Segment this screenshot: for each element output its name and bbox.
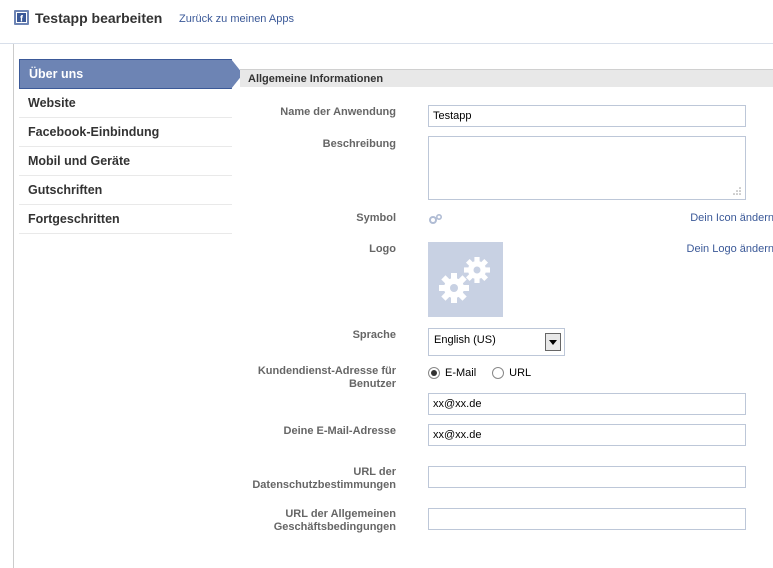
content-area: Über uns Website Facebook-Einbindung Mob… xyxy=(13,44,773,568)
terms-url-label: URL der Allgemeinen Geschäftsbedingungen xyxy=(273,508,396,533)
page-header: f Testapp bearbeiten Zurück zu meinen Ap… xyxy=(0,0,773,44)
app-name-label: Name der Anwendung xyxy=(280,106,396,118)
email-radio[interactable] xyxy=(428,367,440,379)
sidebar-item-mobile[interactable]: Mobil und Geräte xyxy=(19,147,232,176)
app-name-input[interactable] xyxy=(428,105,746,127)
url-radio-label: URL xyxy=(509,367,532,379)
change-icon-link[interactable]: Dein Icon ändern xyxy=(690,212,773,224)
support-address-input[interactable] xyxy=(428,393,746,415)
settings-form: Allgemeine Informationen Name der Anwend… xyxy=(240,69,773,533)
sidebar-item-advanced[interactable]: Fortgeschritten xyxy=(19,205,232,234)
description-textarea[interactable] xyxy=(428,136,746,200)
logo-placeholder xyxy=(428,242,503,317)
description-label: Beschreibung xyxy=(322,138,396,150)
sidebar-nav: Über uns Website Facebook-Einbindung Mob… xyxy=(19,59,243,234)
your-email-label: Deine E-Mail-Adresse xyxy=(283,425,396,437)
url-radio[interactable] xyxy=(492,367,505,379)
change-logo-link[interactable]: Dein Logo ändern xyxy=(687,243,773,255)
gears-icon xyxy=(429,213,443,224)
sidebar-item-facebook-integration[interactable]: Facebook-Einbindung xyxy=(19,118,232,147)
page-title: Testapp bearbeiten xyxy=(35,10,163,26)
language-label: Sprache xyxy=(352,329,396,341)
sidebar-item-website[interactable]: Website xyxy=(19,89,232,118)
sidebar-item-credits[interactable]: Gutschriften xyxy=(19,176,232,205)
back-to-apps-link[interactable]: Zurück zu meinen Apps xyxy=(179,13,294,25)
terms-url-input[interactable] xyxy=(428,508,746,530)
logo-label: Logo xyxy=(369,243,396,255)
language-select[interactable]: English (US) xyxy=(428,328,565,356)
email-radio-label: E-Mail xyxy=(445,367,477,379)
support-type-radio-group: E-Mail URL xyxy=(428,367,547,379)
description-row: Beschreibung xyxy=(240,136,773,200)
facebook-icon: f xyxy=(14,10,29,25)
symbol-label: Symbol xyxy=(356,212,396,224)
chevron-down-icon[interactable] xyxy=(545,333,561,351)
your-email-input[interactable] xyxy=(428,424,746,446)
privacy-url-label: URL der Datenschutzbestimmungen xyxy=(252,466,396,491)
section-header: Allgemeine Informationen xyxy=(240,69,773,87)
gears-icon xyxy=(439,257,490,303)
support-label: Kundendienst-Adresse für Benutzer xyxy=(257,365,396,390)
resize-grip-icon[interactable] xyxy=(732,186,741,195)
privacy-url-input[interactable] xyxy=(428,466,746,488)
language-row: Sprache English (US) xyxy=(240,328,773,356)
logo-row: Logo Dein Logo ändern xyxy=(240,242,773,317)
sidebar-item-about[interactable]: Über uns xyxy=(19,59,243,89)
language-select-value: English (US) xyxy=(434,334,496,346)
